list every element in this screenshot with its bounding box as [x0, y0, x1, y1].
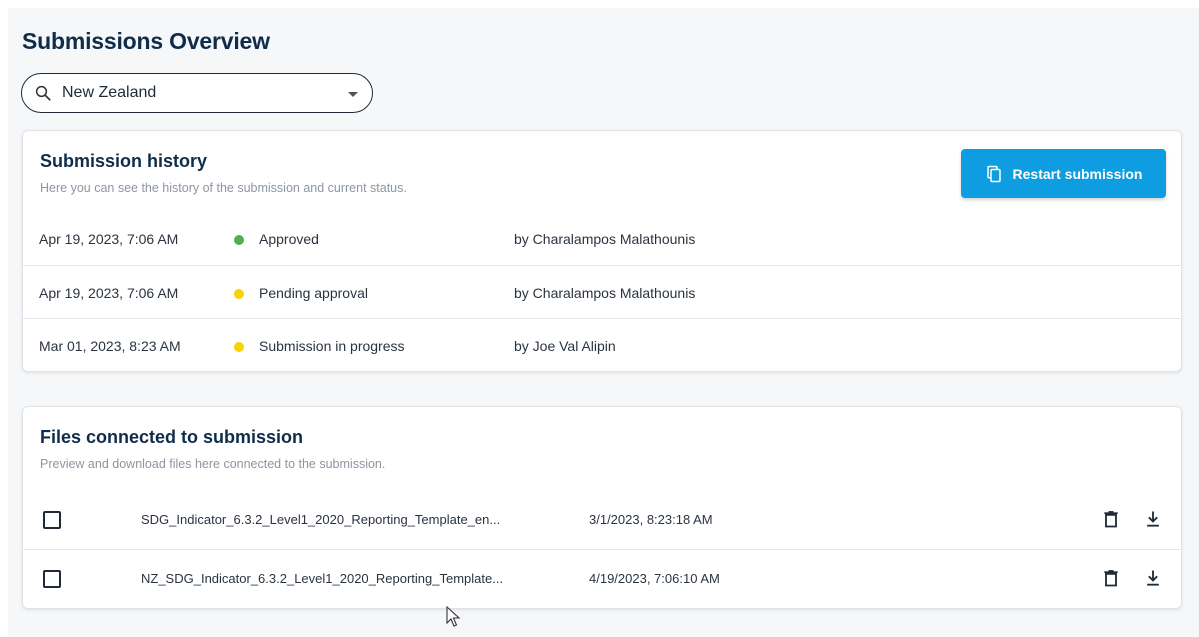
top-edge [0, 0, 1199, 8]
history-status: Approved [259, 231, 319, 247]
history-author: by Joe Val Alipin [514, 338, 616, 354]
history-row: Apr 19, 2023, 7:06 AM Pending approval b… [23, 265, 1181, 318]
country-select-value: New Zealand [62, 84, 157, 101]
file-row: NZ_SDG_Indicator_6.3.2_Level1_2020_Repor… [23, 549, 1181, 607]
history-date: Apr 19, 2023, 7:06 AM [39, 231, 179, 247]
history-date: Apr 19, 2023, 7:06 AM [39, 285, 179, 301]
status-dot [234, 235, 244, 245]
submission-history-subtitle: Here you can see the history of the subm… [40, 181, 407, 195]
history-status: Submission in progress [259, 338, 405, 354]
submission-history-card: Submission history Here you can see the … [22, 130, 1182, 372]
history-row: Mar 01, 2023, 8:23 AM Submission in prog… [23, 318, 1181, 371]
search-icon [35, 85, 51, 101]
status-dot [234, 342, 244, 352]
history-row: Apr 19, 2023, 7:06 AM Approved by Charal… [23, 212, 1181, 265]
page-title: Submissions Overview [22, 28, 270, 54]
files-card: Files connected to submission Preview an… [22, 406, 1182, 609]
file-date: 3/1/2023, 8:23:18 AM [589, 512, 713, 527]
file-name: SDG_Indicator_6.3.2_Level1_2020_Reportin… [141, 512, 501, 527]
history-date: Mar 01, 2023, 8:23 AM [39, 338, 181, 354]
restart-submission-button[interactable]: Restart submission [961, 149, 1166, 198]
files-title: Files connected to submission [40, 427, 304, 447]
download-icon[interactable] [1143, 509, 1163, 529]
restart-submission-label: Restart submission [1012, 165, 1143, 182]
files-subtitle: Preview and download files here connecte… [40, 457, 386, 471]
file-checkbox[interactable] [43, 511, 61, 529]
history-status: Pending approval [259, 285, 368, 301]
chevron-down-icon [348, 91, 358, 97]
file-checkbox[interactable] [43, 570, 61, 588]
copy-icon [986, 165, 1001, 182]
status-dot [234, 289, 244, 299]
file-row: SDG_Indicator_6.3.2_Level1_2020_Reportin… [23, 491, 1181, 549]
history-author: by Charalampos Malathounis [514, 285, 696, 301]
file-date: 4/19/2023, 7:06:10 AM [589, 571, 720, 586]
download-icon[interactable] [1143, 568, 1163, 588]
left-edge [0, 0, 8, 637]
submission-history-title: Submission history [40, 151, 208, 171]
history-author: by Charalampos Malathounis [514, 231, 696, 247]
file-name: NZ_SDG_Indicator_6.3.2_Level1_2020_Repor… [141, 571, 504, 586]
trash-icon[interactable] [1101, 568, 1121, 588]
mouse-cursor-icon [446, 606, 461, 627]
country-select[interactable]: New Zealand [21, 73, 373, 113]
trash-icon[interactable] [1101, 509, 1121, 529]
